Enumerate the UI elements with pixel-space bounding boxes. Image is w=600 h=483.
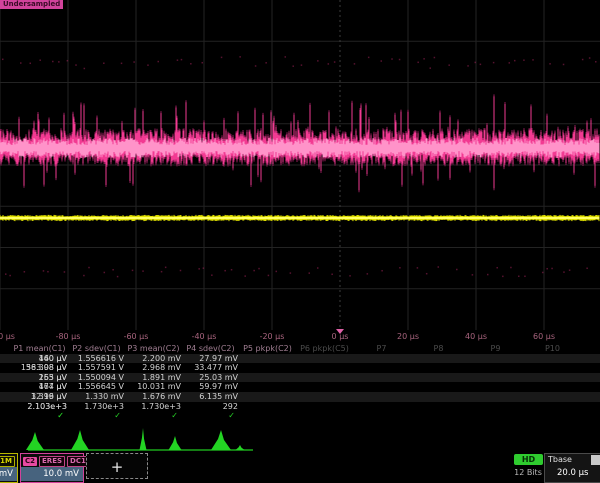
measurement-row: 263 µV155 µV1.550094 V1.891 mV25.03 mV (0, 373, 600, 383)
time-axis-label: 20 µs (397, 332, 419, 341)
measurement-value: 158.308 µV (13, 363, 67, 373)
measurement-value: 25.03 mV (184, 373, 238, 383)
measurement-value: 1.557591 V (70, 363, 124, 373)
timebase-descriptor[interactable]: Tbase 20.0 µs (544, 453, 600, 483)
measurement-row: 2.103e+32.103e+31.730e+31.730e+3292 (0, 402, 600, 412)
c1-coupling-chip: DC1M (0, 456, 15, 467)
time-axis-label: 0 µs (332, 332, 349, 341)
measurement-value: 1.730e+3 (70, 402, 124, 412)
timebase-label: Tbase (548, 455, 572, 464)
time-axis-label: 60 µs (533, 332, 555, 341)
measurement-value: 1.330 mV (70, 392, 124, 402)
c2-label-chip: C2 (23, 457, 37, 466)
time-axis-label: -80 µs (56, 332, 81, 341)
measurement-value: 6.135 mV (184, 392, 238, 402)
status-check-icon: ✓ (184, 411, 235, 421)
measurement-value: 27.97 mV (184, 354, 238, 364)
time-axis-label: -100 µs (0, 332, 15, 341)
measurement-header-row: P1 mean(C1)P2 sdev(C1)P3 mean(C2)P4 sdev… (0, 344, 600, 354)
measurement-value: 2.968 mV (127, 363, 181, 373)
param-header-10[interactable]: P10 (512, 344, 593, 354)
measurement-table: P1 mean(C1)P2 sdev(C1)P3 mean(C2)P4 sdev… (0, 344, 600, 422)
hd-bits-label: 12 Bits (508, 468, 548, 477)
measurement-status-row: ✓✓✓✓✓ (0, 411, 600, 421)
measurement-value: 1.399 µV (13, 392, 67, 402)
measurement-value: 2.200 mV (127, 354, 181, 364)
descriptor-bar: DC1M 10.0 mV C2 ERES DC1M 10.0 mV + HD 1… (0, 453, 600, 480)
waveform-grid: Undersampled (0, 0, 600, 330)
measurement-value: 1.556616 V (70, 354, 124, 364)
measurement-row: 32.16 µV1.399 µV1.330 mV1.676 mV6.135 mV (0, 392, 600, 402)
timebase-header-strip (591, 455, 600, 465)
measurement-value: 292 (184, 402, 238, 412)
measurement-value: 1.891 mV (127, 373, 181, 383)
time-axis: -100 µs -80 µs -60 µs -40 µs -20 µs 0 µs 20 µs… (0, 329, 600, 344)
time-axis-label: 40 µs (465, 332, 487, 341)
channel-c1-descriptor[interactable]: DC1M 10.0 mV (0, 453, 18, 483)
measurement-row: 440 µV160 µV1.556616 V2.200 mV27.97 mV (0, 354, 600, 364)
time-axis-label: -60 µs (124, 332, 149, 341)
time-axis-label: -40 µs (192, 332, 217, 341)
time-axis-label: -20 µs (260, 332, 285, 341)
channel-c2-descriptor[interactable]: C2 ERES DC1M 10.0 mV (20, 453, 84, 483)
measurement-value: 160 µV (13, 354, 67, 364)
add-trace-button[interactable]: + (86, 453, 148, 479)
measurement-value: 1.730e+3 (127, 402, 181, 412)
measurement-value: 167 µV (13, 382, 67, 392)
measurement-value: 59.97 mV (184, 382, 238, 392)
c1-scale-value: 10.0 mV (0, 467, 17, 481)
status-check-icon: ✓ (127, 411, 178, 421)
c2-scale-value: 10.0 mV (21, 467, 83, 481)
measurement-row: 474 µV167 µV1.556645 V10.031 mV59.97 mV (0, 382, 600, 392)
measurement-value: 155 µV (13, 373, 67, 383)
measurement-value: 1.676 mV (127, 392, 181, 402)
measurement-value: 2.103e+3 (13, 402, 67, 412)
measurement-value: 1.550094 V (70, 373, 124, 383)
c2-eres-chip: ERES (39, 456, 65, 467)
measurement-value: 10.031 mV (127, 382, 181, 392)
oscilloscope-screen: Undersampled -100 µs -80 µs -60 µs -40 µs -2… (0, 0, 600, 480)
measurement-histicons (0, 422, 600, 453)
undersampled-badge: Undersampled (0, 0, 63, 9)
status-check-icon: ✓ (13, 411, 64, 421)
measurement-value: 33.477 mV (184, 363, 238, 373)
hd-mode-badge[interactable]: HD (514, 454, 543, 465)
measurement-value: 1.556645 V (70, 382, 124, 392)
waveform-plot (0, 0, 600, 330)
measurement-row: 363.98 µV158.308 µV1.557591 V2.968 mV33.… (0, 363, 600, 373)
status-check-icon: ✓ (70, 411, 121, 421)
timebase-value: 20.0 µs (545, 466, 600, 480)
